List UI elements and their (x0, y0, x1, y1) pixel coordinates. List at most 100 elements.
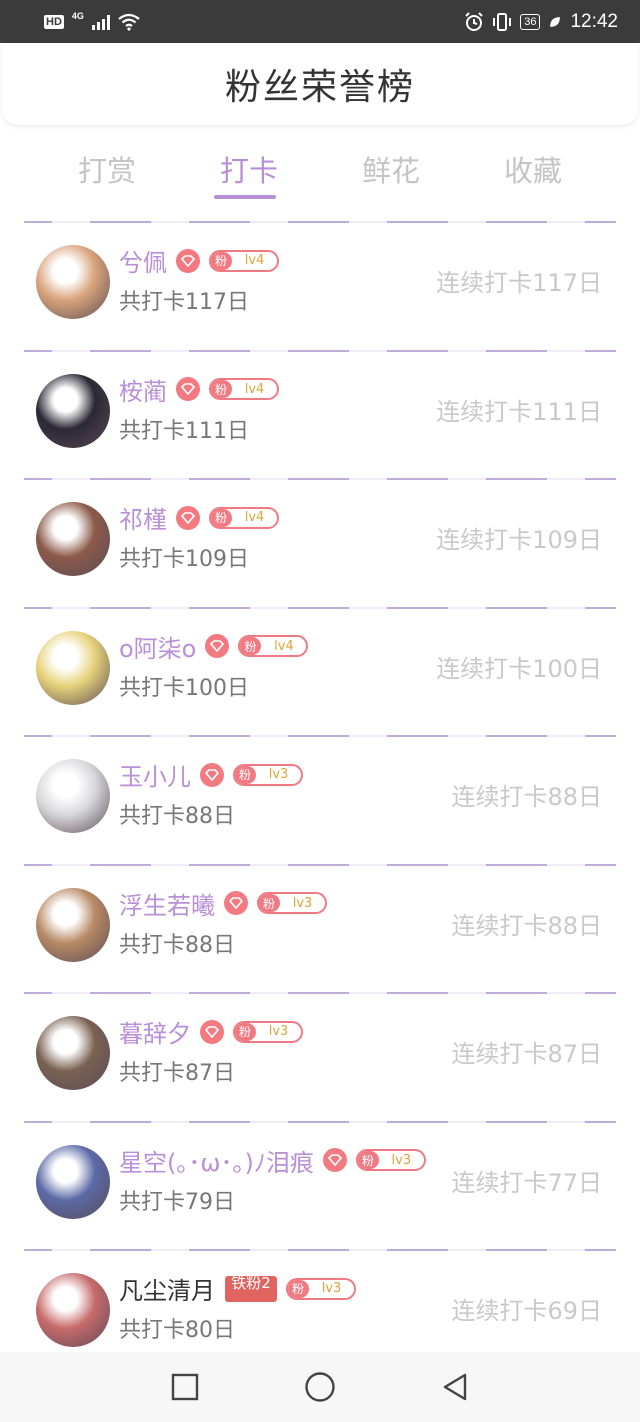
row-divider (24, 1120, 616, 1123)
recent-apps-button[interactable] (165, 1367, 205, 1407)
name-line: 浮生若曦 粉 lv3 (119, 886, 327, 921)
tab-reward[interactable]: 打赏 (36, 140, 178, 204)
fan-name[interactable]: 兮佩 (119, 243, 167, 278)
fan-row[interactable]: 星空(｡･ω･｡)ﾉ泪痕 粉 lv3 共打卡79日 连续打卡77日 (0, 1120, 640, 1250)
fan-level-badge: 粉 lv4 (209, 378, 279, 400)
avatar[interactable] (36, 630, 110, 705)
page-header: 粉丝荣誉榜 (2, 43, 638, 125)
fan-row[interactable]: o阿柒o 粉 lv4 共打卡100日 连续打卡100日 (0, 606, 640, 736)
name-line: 兮佩 粉 lv4 (119, 243, 279, 278)
fan-row[interactable]: 浮生若曦 粉 lv3 共打卡88日 连续打卡88日 (0, 863, 640, 993)
avatar[interactable] (36, 759, 110, 833)
fan-level-badge: 粉 lv3 (355, 1149, 426, 1171)
fan-level: lv3 (268, 1024, 289, 1039)
fan-row[interactable]: 暮辞夕 粉 lv3 共打卡87日 连续打卡87日 (0, 992, 640, 1121)
signal-icon (91, 14, 110, 30)
name-line: 玉小儿 粉 lv3 (119, 757, 303, 792)
vibrate-icon (493, 12, 512, 31)
avatar[interactable] (36, 373, 110, 448)
fan-badge-label: 粉 (357, 1151, 379, 1169)
row-divider (24, 992, 616, 994)
heart-icon (205, 634, 230, 658)
avatar[interactable] (36, 245, 110, 319)
name-line: o阿柒o 粉 lv4 (119, 629, 309, 664)
row-divider (24, 221, 616, 223)
status-right: 36 12:42 (464, 11, 618, 33)
streak-checkins: 连续打卡111日 (436, 397, 602, 426)
fan-level-badge: 粉 lv4 (209, 506, 279, 529)
total-checkins: 共打卡87日 (119, 1061, 235, 1086)
fan-name[interactable]: 凡尘清月 (119, 1271, 215, 1306)
fan-name[interactable]: 桉蔺 (119, 372, 167, 407)
tab-checkin[interactable]: 打卡 (178, 140, 320, 204)
fan-row[interactable]: 兮佩 粉 lv4 共打卡117日 连续打卡117日 (0, 221, 640, 350)
fan-level-badge: 粉 lv3 (233, 763, 303, 786)
streak-checkins: 连续打卡69日 (451, 1297, 602, 1325)
fan-name[interactable]: 浮生若曦 (119, 886, 215, 921)
streak-checkins: 连续打卡77日 (451, 1168, 602, 1197)
tab-favorite[interactable]: 收藏 (462, 140, 604, 204)
triangle-back-icon (443, 1373, 467, 1401)
total-checkins: 共打卡79日 (119, 1189, 235, 1215)
total-checkins: 共打卡100日 (119, 675, 249, 701)
fan-level-badge: 粉 lv3 (233, 1020, 303, 1043)
square-icon (171, 1373, 199, 1401)
heart-icon (322, 1148, 347, 1172)
row-divider (24, 478, 616, 480)
network-type: 4G (71, 10, 84, 21)
page-title: 粉丝荣誉榜 (224, 67, 415, 108)
fan-level: lv4 (244, 510, 265, 525)
fan-level-badge: 粉 lv3 (257, 892, 327, 914)
name-line: 祁槿 粉 lv4 (119, 500, 279, 535)
fan-level-badge: 粉 lv3 (286, 1277, 356, 1300)
heart-icon (200, 762, 224, 787)
hd-indicator: HD (44, 14, 64, 29)
avatar[interactable] (36, 1016, 110, 1090)
streak-checkins: 连续打卡100日 (436, 654, 602, 683)
row-divider (24, 606, 616, 609)
fan-name[interactable]: 暮辞夕 (119, 1014, 191, 1049)
row-divider (24, 735, 616, 737)
streak-checkins: 连续打卡88日 (451, 911, 602, 940)
fan-level-badge: 粉 lv4 (209, 249, 279, 272)
avatar[interactable] (36, 887, 110, 962)
status-left: HD 4G (44, 10, 140, 31)
fan-row[interactable]: 祁槿 粉 lv4 共打卡109日 连续打卡109日 (0, 478, 640, 607)
fan-name[interactable]: 祁槿 (119, 500, 167, 535)
leaf-icon (550, 16, 561, 27)
fan-row[interactable]: 玉小儿 粉 lv3 共打卡88日 连续打卡88日 (0, 735, 640, 864)
fan-name[interactable]: 玉小儿 (119, 757, 191, 792)
fan-row[interactable]: 桉蔺 粉 lv4 共打卡111日 连续打卡111日 (0, 349, 640, 479)
clock: 12:42 (570, 10, 618, 32)
total-checkins: 共打卡111日 (119, 418, 249, 444)
heart-icon (176, 248, 200, 273)
fan-badge-label: 粉 (259, 894, 281, 912)
avatar[interactable] (36, 502, 110, 576)
circle-icon (305, 1372, 335, 1402)
avatar[interactable] (36, 1273, 110, 1347)
name-line: 桉蔺 粉 lv4 (119, 372, 279, 407)
alarm-icon (465, 11, 483, 31)
name-line: 凡尘清月 铁粉2 粉 lv3 (119, 1271, 356, 1306)
back-button[interactable] (435, 1367, 475, 1407)
heart-icon (176, 505, 200, 530)
avatar[interactable] (36, 1144, 110, 1219)
total-checkins: 共打卡88日 (119, 932, 235, 958)
battery-icon: 36 (520, 13, 541, 30)
fan-name[interactable]: o阿柒o (119, 629, 196, 664)
iron-fan-badge: 铁粉2 (225, 1275, 277, 1302)
fan-level: lv4 (244, 253, 265, 268)
fan-level: lv3 (391, 1152, 412, 1168)
fan-level: lv3 (321, 1281, 342, 1296)
home-button[interactable] (300, 1367, 340, 1407)
fan-badge-label: 粉 (235, 1022, 257, 1041)
wifi-icon (118, 13, 140, 31)
tab-flower[interactable]: 鲜花 (320, 140, 462, 204)
total-checkins: 共打卡80日 (119, 1318, 235, 1343)
fan-level-badge: 粉 lv4 (238, 635, 309, 657)
streak-checkins: 连续打卡109日 (436, 526, 602, 554)
fan-name[interactable]: 星空(｡･ω･｡)ﾉ泪痕 (119, 1143, 314, 1178)
fan-badge-label: 粉 (288, 1279, 310, 1298)
fan-level: lv3 (292, 895, 313, 911)
row-divider (24, 863, 616, 866)
